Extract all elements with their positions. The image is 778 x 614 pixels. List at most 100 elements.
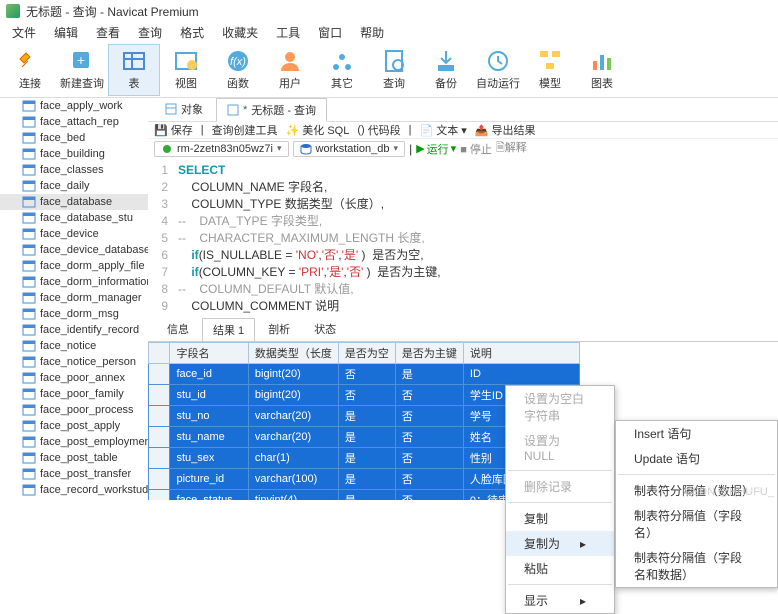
menu-edit[interactable]: 编辑 — [46, 23, 86, 42]
ctx-tab-cols[interactable]: 制表符分隔值（字段名） — [616, 503, 777, 545]
cell[interactable]: stu_sex — [170, 448, 248, 469]
cell[interactable]: varchar(100) — [248, 469, 338, 490]
tool-chart[interactable]: 图表 — [576, 44, 628, 96]
ctx-update-stmt[interactable]: Update 语句 — [616, 446, 777, 471]
tree-item-face_poor_annex[interactable]: face_poor_annex — [0, 370, 148, 386]
cell[interactable]: char(1) — [248, 448, 338, 469]
cell[interactable]: 否 — [395, 490, 463, 501]
cell[interactable]: ID — [463, 364, 579, 385]
menu-query[interactable]: 查询 — [130, 23, 170, 42]
query-builder-button[interactable]: 查询创建工具 — [212, 122, 278, 138]
server-selector[interactable]: rm-2zetn83n05wz7i▾ — [154, 141, 289, 157]
cell[interactable]: stu_name — [170, 427, 248, 448]
cell[interactable]: 是 — [338, 469, 395, 490]
ctx-set-empty[interactable]: 设置为空白字符串 — [506, 386, 614, 428]
tool-fx[interactable]: f(x)函数 — [212, 44, 264, 96]
tree-item-face_dorm_manager[interactable]: face_dorm_manager — [0, 290, 148, 306]
rtab-result[interactable]: 结果 1 — [202, 318, 255, 342]
cell[interactable]: bigint(20) — [248, 385, 338, 406]
tree-item-face_dorm_msg[interactable]: face_dorm_msg — [0, 306, 148, 322]
cell[interactable]: face_status — [170, 490, 248, 501]
ctx-copy[interactable]: 复制 — [506, 506, 614, 531]
col-header[interactable]: 是否为主键 — [395, 343, 463, 364]
cell[interactable]: stu_id — [170, 385, 248, 406]
menu-file[interactable]: 文件 — [4, 23, 44, 42]
cell[interactable]: 是 — [338, 427, 395, 448]
cell[interactable]: tinyint(4) — [248, 490, 338, 501]
text-button[interactable]: 📄文本 ▾ — [420, 122, 467, 138]
cell[interactable]: bigint(20) — [248, 364, 338, 385]
tool-user[interactable]: 用户 — [264, 44, 316, 96]
cell[interactable]: picture_id — [170, 469, 248, 490]
tree-item-face_post_employmen[interactable]: face_post_employmen — [0, 434, 148, 450]
tool-auto[interactable]: 自动运行 — [472, 44, 524, 96]
col-header[interactable]: 字段名 — [170, 343, 248, 364]
tree-item-face_device_database[interactable]: face_device_database — [0, 242, 148, 258]
tree-item-face_database[interactable]: face_database — [0, 194, 148, 210]
cell[interactable]: stu_no — [170, 406, 248, 427]
ctx-insert-stmt[interactable]: Insert 语句 — [616, 421, 777, 446]
menu-view[interactable]: 查看 — [88, 23, 128, 42]
col-header[interactable]: 是否为空 — [338, 343, 395, 364]
tool-other[interactable]: 其它 — [316, 44, 368, 96]
tree-item-face_dorm_informatior[interactable]: face_dorm_informatior — [0, 274, 148, 290]
rtab-status[interactable]: 状态 — [303, 317, 347, 341]
ctx-set-null[interactable]: 设置为 NULL — [506, 428, 614, 467]
cell[interactable]: 否 — [395, 406, 463, 427]
cell[interactable]: face_id — [170, 364, 248, 385]
cell[interactable]: 否 — [395, 469, 463, 490]
tree-item-face_device[interactable]: face_device — [0, 226, 148, 242]
menu-favorites[interactable]: 收藏夹 — [214, 23, 266, 42]
run-button[interactable]: ▶ 运行 ▾ — [416, 141, 456, 157]
tree-item-face_classes[interactable]: face_classes — [0, 162, 148, 178]
sql-editor[interactable]: 1SELECT2 COLUMN_NAME 字段名,3 COLUMN_TYPE 数… — [148, 158, 778, 319]
db-selector[interactable]: workstation_db▾ — [293, 141, 406, 157]
ctx-delete[interactable]: 删除记录 — [506, 474, 614, 499]
ctx-show[interactable]: 显示▸ — [506, 588, 614, 613]
tree-item-face_poor_process[interactable]: face_poor_process — [0, 402, 148, 418]
cell[interactable]: 否 — [395, 448, 463, 469]
menu-tools[interactable]: 工具 — [268, 23, 308, 42]
export-button[interactable]: 📤导出结果 — [475, 122, 536, 138]
cell[interactable]: 否 — [338, 385, 395, 406]
tree-item-face_building[interactable]: face_building — [0, 146, 148, 162]
snippet-button[interactable]: ()代码段 — [357, 122, 400, 138]
cell[interactable]: 是 — [338, 448, 395, 469]
tree-item-face_poor_family[interactable]: face_poor_family — [0, 386, 148, 402]
tab-objects[interactable]: 对象 — [154, 98, 214, 121]
menu-help[interactable]: 帮助 — [352, 23, 392, 42]
beautify-button[interactable]: ✨美化 SQL — [286, 122, 350, 138]
tool-plug[interactable]: 连接 — [4, 44, 56, 96]
stop-button[interactable]: ■ 停止 — [460, 141, 492, 157]
tool-view[interactable]: 视图 — [160, 44, 212, 96]
tree-item-face_post_apply[interactable]: face_post_apply — [0, 418, 148, 434]
cell[interactable]: 是 — [395, 364, 463, 385]
tree-item-face_notice[interactable]: face_notice — [0, 338, 148, 354]
cell[interactable]: 否 — [395, 385, 463, 406]
tab-query[interactable]: * 无标题 - 查询 — [216, 98, 327, 122]
tool-query[interactable]: 查询 — [368, 44, 420, 96]
tree-item-face_database_stu[interactable]: face_database_stu — [0, 210, 148, 226]
tool-newquery[interactable]: +新建查询 — [56, 44, 108, 96]
tool-backup[interactable]: 备份 — [420, 44, 472, 96]
tree-item-face_attach_rep[interactable]: face_attach_rep — [0, 114, 148, 130]
tool-table[interactable]: 表 — [108, 44, 160, 96]
tree-item-face_dorm_apply_file[interactable]: face_dorm_apply_file — [0, 258, 148, 274]
table-row[interactable]: face_idbigint(20)否是ID — [149, 364, 580, 385]
cell[interactable]: varchar(20) — [248, 406, 338, 427]
tree-item-face_daily[interactable]: face_daily — [0, 178, 148, 194]
col-header[interactable]: 说明 — [463, 343, 579, 364]
cell[interactable]: 否 — [338, 364, 395, 385]
tree-item-face_post_transfer[interactable]: face_post_transfer — [0, 466, 148, 482]
cell[interactable]: 是 — [338, 406, 395, 427]
cell[interactable]: 是 — [338, 490, 395, 501]
ctx-paste[interactable]: 粘贴 — [506, 556, 614, 581]
cell[interactable]: 否 — [395, 427, 463, 448]
ctx-copy-as[interactable]: 复制为▸ — [506, 531, 614, 556]
col-header[interactable]: 数据类型（长度 — [248, 343, 338, 364]
cell[interactable]: varchar(20) — [248, 427, 338, 448]
menu-format[interactable]: 格式 — [172, 23, 212, 42]
ctx-tab-both[interactable]: 制表符分隔值（字段名和数据） — [616, 545, 777, 587]
rtab-profile[interactable]: 剖析 — [257, 317, 301, 341]
save-button[interactable]: 💾 保存 — [154, 122, 193, 138]
